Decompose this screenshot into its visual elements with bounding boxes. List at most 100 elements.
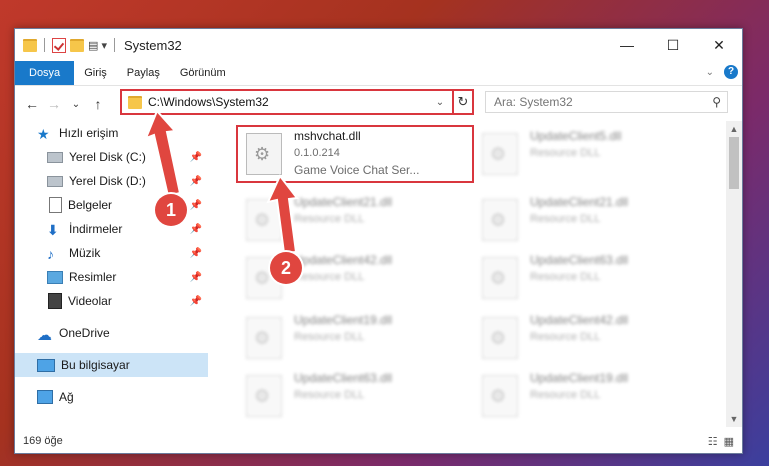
ribbon-right-controls: ⌄ ? [706,65,738,79]
sidebar-item-local-disk-d[interactable]: Yerel Disk (D:) 📌 [15,169,208,193]
pin-icon[interactable]: 📌 [190,224,202,235]
file-description: Game Voice Chat Ser... [294,163,420,177]
minimize-button[interactable]: — [604,29,650,61]
file-item-mshvchat[interactable]: mshvchat.dll 0.1.0.214 Game Voice Chat S… [238,125,458,181]
file-name: UpdateClient21.dll [294,195,393,209]
dll-file-icon [246,375,282,417]
computer-icon [37,358,55,372]
pictures-icon [47,270,63,284]
sidebar-item-videos[interactable]: Videolar 📌 [15,289,208,313]
explorer-window: ▤ ▾ System32 — ☐ ✕ Dosya Giriş Paylaş Gö… [14,28,743,454]
file-description: Resource DLL [294,331,365,343]
sidebar-item-music[interactable]: ♪ Müzik 📌 [15,241,208,265]
dll-file-icon [482,375,518,417]
file-description: Resource DLL [530,213,601,225]
pin-icon[interactable]: 📌 [190,152,202,163]
file-item[interactable]: UpdateClient21.dll Resource DLL [474,191,694,247]
dll-file-icon [482,199,518,241]
refresh-button[interactable]: ↻ [452,89,474,115]
search-box[interactable]: ⚲ [485,91,728,113]
scroll-up-arrow-icon[interactable]: ▲ [726,121,742,137]
tab-view[interactable]: Görünüm [170,61,236,85]
folder-icon [23,38,37,52]
tab-file[interactable]: Dosya [15,61,75,85]
tab-home[interactable]: Giriş [74,61,117,85]
scroll-thumb[interactable] [729,137,739,189]
forward-button[interactable]: → [43,96,65,112]
window-title: System32 [123,37,182,53]
address-path[interactable]: C:\Windows\System32 [148,95,269,109]
file-item[interactable]: UpdateClient42.dll Resource DLL [474,309,694,365]
chevron-down-icon[interactable]: ⌄ [706,67,714,78]
maximize-button[interactable]: ☐ [650,29,696,61]
pin-icon[interactable]: 📌 [190,176,202,187]
pin-icon[interactable]: 📌 [190,272,202,283]
large-icons-view-icon[interactable]: ▦ [724,435,734,448]
scroll-down-arrow-icon[interactable]: ▼ [726,411,742,427]
file-item[interactable]: UpdateClient21.dll Resource DLL [238,191,458,247]
file-item[interactable]: UpdateClient63.dll Resource DLL [474,249,694,305]
dll-file-icon [246,133,282,175]
back-button[interactable]: ← [21,96,43,112]
item-count: 169 öğe [23,435,63,447]
videos-icon [48,293,62,309]
help-icon[interactable]: ? [724,65,738,79]
divider [44,38,45,52]
music-icon: ♪ [47,246,54,262]
dll-file-icon [482,317,518,359]
file-item[interactable]: UpdateClient42.dll Resource DLL [238,249,458,305]
pin-icon[interactable]: 📌 [190,296,202,307]
file-item[interactable]: UpdateClient19.dll Resource DLL [238,309,458,365]
customize-toolbar-icon[interactable]: ▤ ▾ [88,39,107,52]
properties-icon[interactable] [52,37,66,53]
file-version: 0.1.0.214 [294,147,340,159]
up-button[interactable]: ↑ [87,96,109,112]
file-name: UpdateClient63.dll [294,371,393,385]
sidebar-item-network[interactable]: Ağ [15,385,208,409]
sidebar-item-label: Belgeler [68,198,113,212]
new-folder-icon[interactable] [70,38,84,52]
search-input[interactable] [492,94,696,110]
sidebar-item-label: Yerel Disk (C:) [69,150,146,164]
vertical-scrollbar[interactable]: ▲ ▼ [726,121,742,427]
sidebar-item-quick-access[interactable]: ★ Hızlı erişim [15,121,208,145]
dll-file-icon [482,133,518,175]
pin-icon[interactable]: 📌 [190,200,202,211]
file-description: Resource DLL [530,389,601,401]
step-1-badge: 1 [155,194,187,226]
view-switcher: ☷ ▦ [708,435,734,448]
sidebar-item-label: Yerel Disk (D:) [69,174,146,188]
tab-share[interactable]: Paylaş [117,61,170,85]
ribbon-tabs: Dosya Giriş Paylaş Görünüm ⌄ ? [15,61,742,86]
file-item[interactable]: UpdateClient19.dll Resource DLL [474,367,694,423]
details-view-icon[interactable]: ☷ [708,435,718,448]
file-description: Resource DLL [530,271,601,283]
recent-locations-button[interactable]: ⌄ [65,99,87,110]
title-bar: ▤ ▾ System32 — ☐ ✕ [15,29,742,61]
chevron-down-icon[interactable]: ⌄ [432,97,448,108]
file-item[interactable]: UpdateClient5.dll Resource DLL [474,125,694,181]
file-description: Resource DLL [294,389,365,401]
file-item[interactable]: UpdateClient63.dll Resource DLL [238,367,458,423]
drive-icon [47,151,63,163]
sidebar-item-local-disk-c[interactable]: Yerel Disk (C:) 📌 [15,145,208,169]
status-bar: 169 öğe ☷ ▦ [15,429,742,453]
address-bar[interactable]: C:\Windows\System32 ⌄ [120,89,472,115]
pin-icon[interactable]: 📌 [190,248,202,259]
sidebar-item-label: İndirmeler [69,222,123,236]
documents-icon [49,197,62,213]
close-button[interactable]: ✕ [696,29,742,61]
dll-file-icon [246,317,282,359]
downloads-icon: ⬇ [47,222,59,238]
search-icon[interactable]: ⚲ [712,95,721,109]
file-name: UpdateClient63.dll [530,253,629,267]
sidebar-item-pictures[interactable]: Resimler 📌 [15,265,208,289]
sidebar-item-this-pc[interactable]: Bu bilgisayar [15,353,208,377]
file-name: UpdateClient19.dll [530,371,629,385]
file-description: Resource DLL [294,213,365,225]
file-description: Resource DLL [530,331,601,343]
network-icon [37,390,53,404]
file-description: Resource DLL [530,147,601,159]
sidebar-item-onedrive[interactable]: ☁ OneDrive [15,321,208,345]
file-name: UpdateClient21.dll [530,195,629,209]
